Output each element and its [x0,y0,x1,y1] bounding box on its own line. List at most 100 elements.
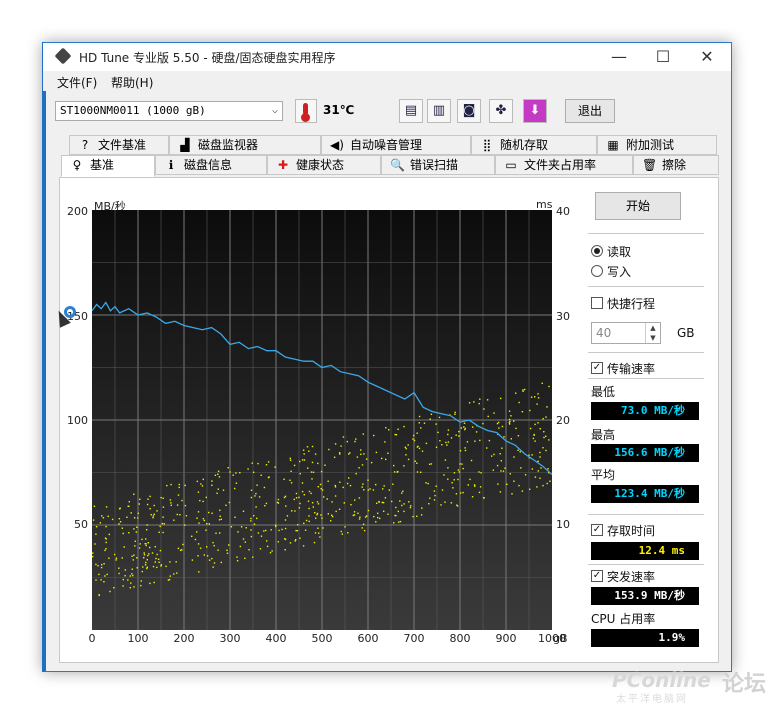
tab-health[interactable]: ✚ 健康状态 [267,155,381,175]
scatter-point [515,427,517,430]
scatter-point [373,434,375,437]
scatter-point [208,511,210,514]
copy-info-icon[interactable]: ▤ [399,99,423,123]
scatter-point [540,467,542,469]
access-time-checkbox[interactable]: ✓ [591,524,603,536]
tab-benchmark[interactable]: ♀ 基准 [61,155,155,177]
scatter-point [203,519,205,522]
scatter-point [92,552,94,554]
scatter-point [314,453,317,455]
scatter-point [257,462,259,465]
y2-tick-label: 40 [556,205,570,218]
tab-erase[interactable]: 🗑 擦除 [633,155,719,175]
scatter-point [475,431,478,433]
scatter-point [182,543,184,546]
tab-file-benchmark[interactable]: ? 文件基准 [69,135,169,155]
scatter-point [418,422,420,424]
scatter-point [147,554,149,557]
scatter-point [493,453,495,456]
scatter-point [97,565,99,567]
scatter-point [463,422,466,424]
scatter-point [299,502,301,505]
menu-file[interactable]: 文件(F) [57,74,97,91]
scatter-point [219,532,221,534]
scatter-point [330,520,332,522]
minimize-button[interactable]: — [597,45,641,69]
scatter-point [492,469,494,471]
scatter-point [173,573,175,575]
menu-help[interactable]: 帮助(H) [111,74,153,91]
scatter-point [293,498,295,501]
scatter-point [316,514,318,516]
scatter-point [407,444,409,446]
scatter-point [148,553,150,555]
scatter-point [109,590,111,593]
tab-disk-info[interactable]: ℹ 磁盘信息 [155,155,267,175]
quick-stroke-stepper[interactable]: 40 ▲ ▼ [591,322,661,344]
quick-stroke-checkbox[interactable] [591,297,603,309]
scatter-point [519,451,521,453]
scatter-point [340,530,342,533]
watermark-brand: PConline [612,668,711,692]
maximize-button[interactable]: ☐ [641,45,685,69]
scatter-point [206,523,208,525]
scatter-point [277,541,279,543]
scatter-point [239,472,241,474]
avg-label: 平均 [591,468,616,482]
tab-error-scan[interactable]: 🔍 错误扫描 [381,155,495,175]
read-radio[interactable] [591,245,603,257]
tab-noise-management[interactable]: ◀) 自动噪音管理 [321,135,471,155]
transfer-rate-checkbox[interactable]: ✓ [591,362,603,374]
scatter-point [132,559,134,561]
scatter-point [361,486,363,488]
scatter-point [100,579,102,581]
scatter-point [303,453,305,455]
save-down-icon[interactable]: ⬇ [523,99,547,123]
scatter-point [500,397,502,400]
scatter-point [367,509,370,512]
scatter-point [462,491,464,494]
scatter-point [408,501,410,503]
close-button[interactable]: ✕ [685,45,729,69]
scatter-point [317,462,319,465]
scatter-point [423,422,426,424]
write-radio[interactable] [591,265,603,277]
scatter-point [169,499,172,501]
scatter-point [327,513,329,515]
copy-text-icon[interactable]: ▥ [427,99,451,123]
x-tick-label: 900 [495,632,517,645]
drive-select[interactable]: ST1000NM0011 (1000 gB) ⌵ [55,101,283,121]
scatter-point [95,533,97,535]
start-button[interactable]: 开始 [595,192,681,220]
tab-folder-usage[interactable]: ▭ 文件夹占用率 [495,155,633,175]
scatter-point [139,543,141,545]
burst-rate-checkbox[interactable]: ✓ [591,570,603,582]
scatter-point [127,505,129,507]
scatter-point [331,514,333,516]
scatter-point [301,490,304,493]
scatter-point [320,488,322,490]
scatter-point [118,523,120,525]
scatter-point [275,525,277,528]
exit-button[interactable]: 退出 [565,99,615,123]
scatter-point [244,541,246,543]
scatter-point [402,490,404,492]
scatter-point [141,538,143,541]
scatter-point [443,474,445,476]
scatter-point [542,418,544,420]
tab-disk-monitor[interactable]: ▟ 磁盘监视器 [169,135,321,155]
scatter-point [506,483,508,485]
scatter-point [202,478,204,481]
scatter-point [358,518,361,520]
title-bar[interactable]: HD Tune 专业版 5.50 - 硬盘/固态硬盘实用程序 — ☐ ✕ [43,43,731,71]
tab-extra-tests[interactable]: ▦ 附加测试 [597,135,717,155]
scatter-point [479,486,482,488]
tab-random-access[interactable]: ⣿ 随机存取 [471,135,597,155]
camera-icon[interactable]: ◙ [457,99,481,123]
scatter-point [539,456,541,458]
scatter-point [211,484,213,486]
options-icon[interactable]: ✤ [489,99,513,123]
stepper-arrows-icon[interactable]: ▲ ▼ [645,323,660,343]
scatter-point [158,561,160,563]
scatter-point [536,403,538,405]
